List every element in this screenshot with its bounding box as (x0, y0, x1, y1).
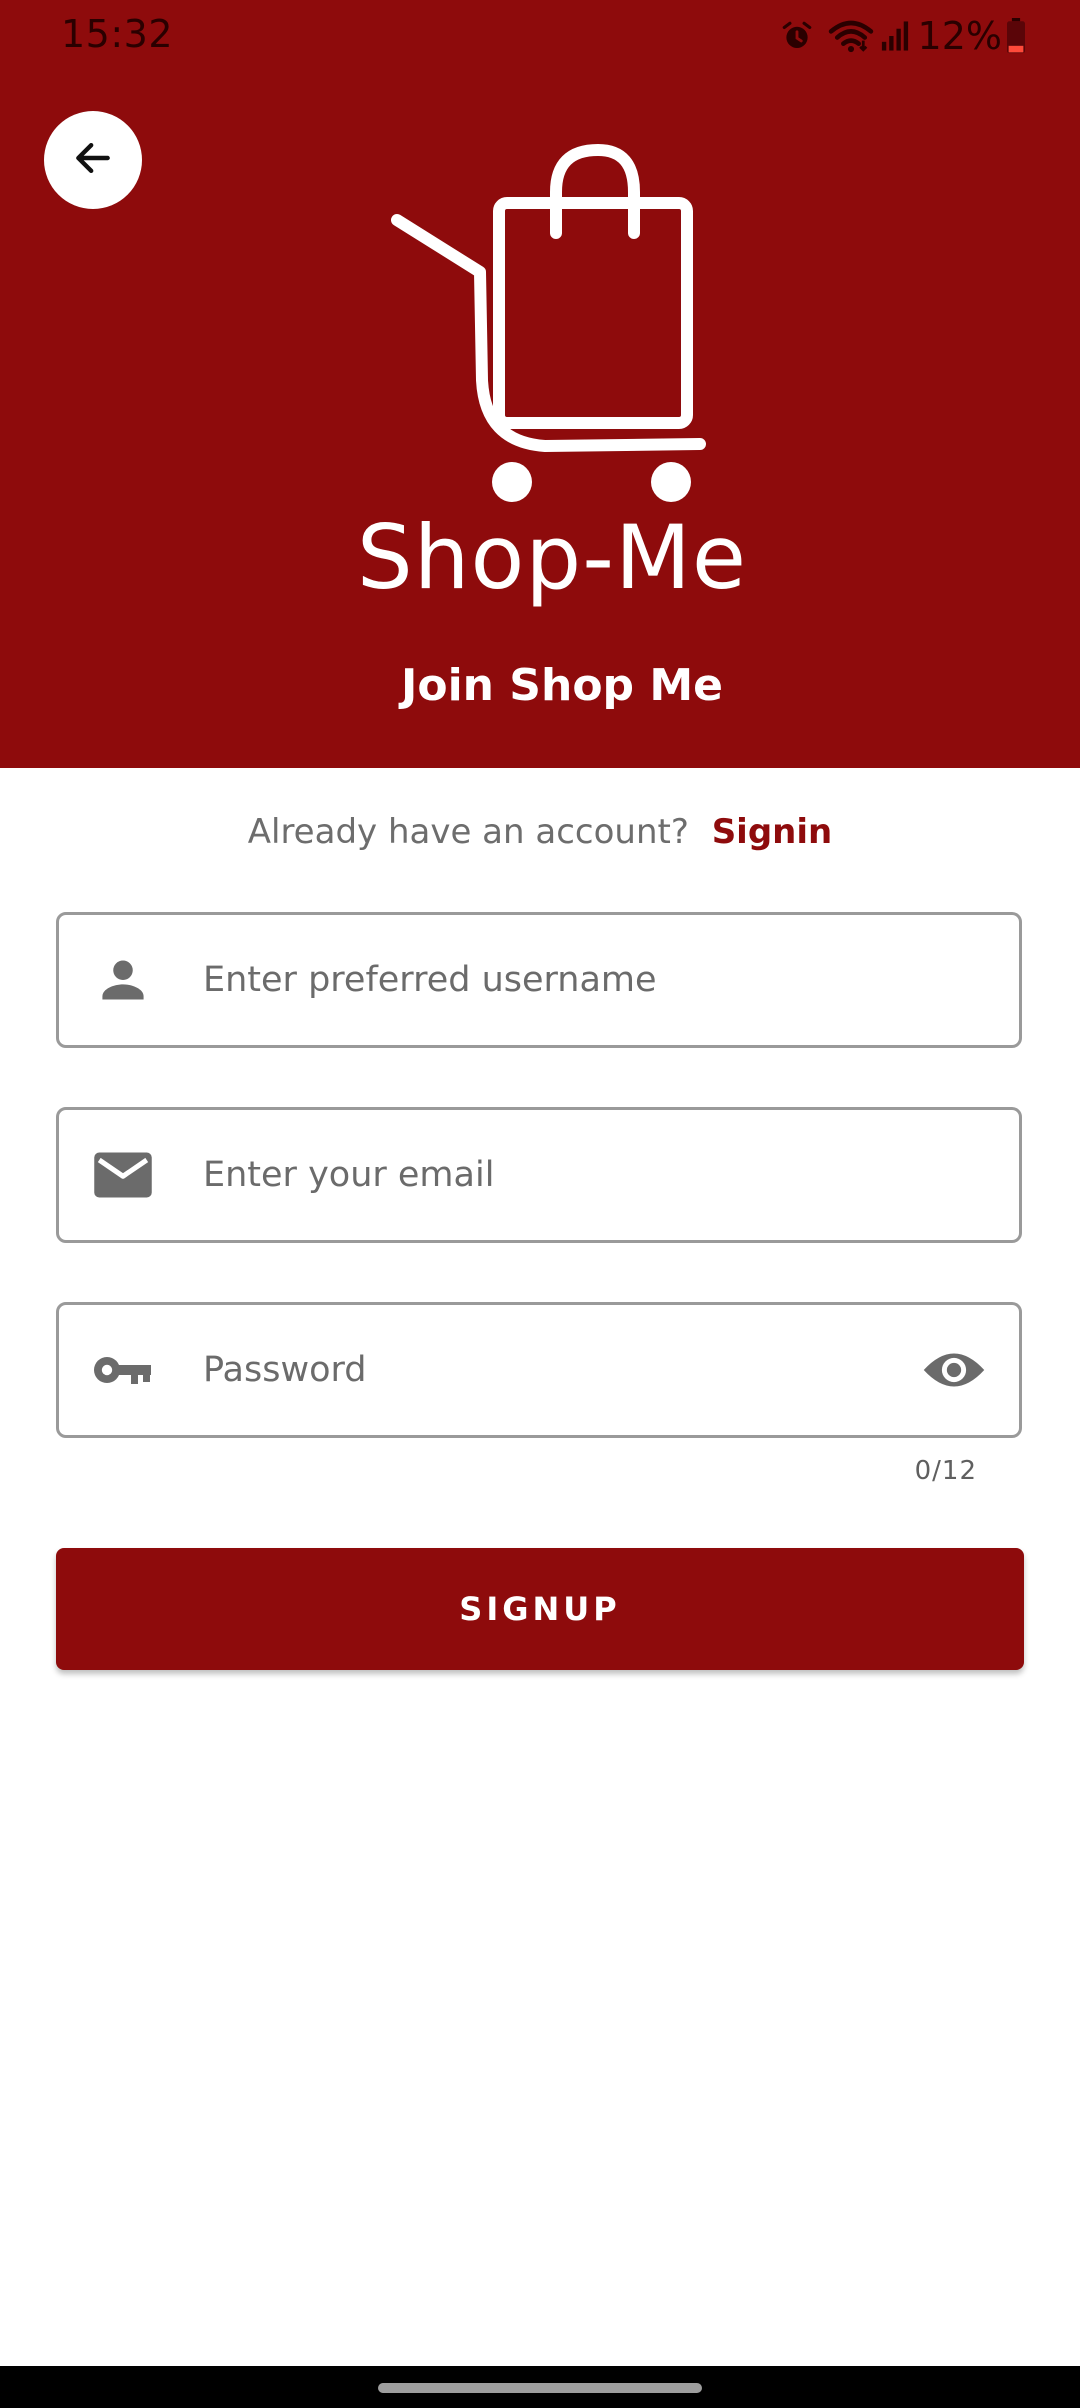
eye-icon[interactable] (919, 1335, 989, 1405)
signin-prompt-text: Already have an account? (247, 812, 689, 852)
brand-name: Shop-Me (356, 506, 748, 609)
password-char-counter: 0/12 (914, 1456, 977, 1486)
signup-button[interactable]: SIGNUP (56, 1548, 1024, 1670)
shopping-cart-bag-icon (375, 140, 715, 510)
signin-link[interactable]: Signin (712, 812, 833, 852)
status-icons: 12% (780, 14, 1026, 58)
arrow-left-icon (71, 136, 115, 184)
signal-icon (880, 20, 910, 52)
person-icon (93, 950, 153, 1010)
username-field[interactable] (56, 912, 1022, 1048)
header-banner: 15:32 12% Shop-Me Join Shop Me (0, 0, 1080, 768)
password-input[interactable] (203, 1305, 903, 1435)
password-field[interactable] (56, 1302, 1022, 1438)
status-bar: 15:32 12% (0, 0, 1080, 72)
battery-icon (1006, 18, 1026, 54)
page-title: Join Shop Me (400, 660, 723, 711)
username-input[interactable] (203, 915, 903, 1045)
status-time: 15:32 (61, 12, 174, 56)
mail-icon (93, 1145, 153, 1205)
back-button[interactable] (44, 111, 142, 209)
navigation-bar (0, 2366, 1080, 2408)
key-icon (93, 1340, 153, 1400)
signin-prompt: Already have an account? Signin (0, 812, 1080, 852)
battery-level: 12% (917, 14, 1002, 58)
email-field[interactable] (56, 1107, 1022, 1243)
home-gesture-handle[interactable] (378, 2383, 702, 2393)
alarm-icon (780, 19, 814, 53)
wifi-icon (828, 19, 874, 53)
email-input[interactable] (203, 1110, 903, 1240)
